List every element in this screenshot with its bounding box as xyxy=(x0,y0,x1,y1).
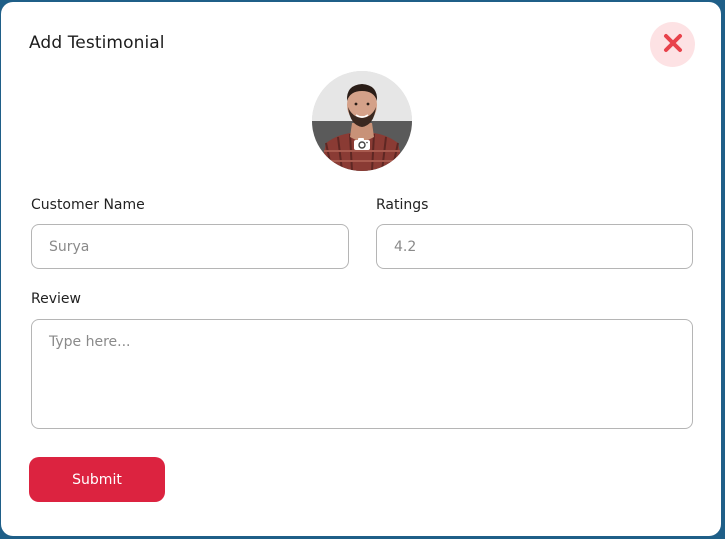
submit-button[interactable]: Submit xyxy=(29,457,165,502)
close-icon xyxy=(663,33,683,57)
close-button[interactable] xyxy=(650,22,695,67)
ratings-input[interactable] xyxy=(376,224,693,269)
avatar[interactable] xyxy=(312,71,412,171)
camera-icon xyxy=(353,136,371,155)
review-textarea[interactable] xyxy=(31,319,693,429)
modal-title: Add Testimonial xyxy=(29,33,165,53)
customer-name-input[interactable] xyxy=(31,224,349,269)
avatar-photo xyxy=(312,71,412,171)
review-label: Review xyxy=(31,291,81,307)
add-testimonial-modal: Add Testimonial Customer Name Surya Rati… xyxy=(1,2,721,536)
change-photo-button[interactable] xyxy=(351,136,373,154)
ratings-label: Ratings xyxy=(376,197,429,213)
customer-name-label: Customer Name xyxy=(31,197,145,213)
